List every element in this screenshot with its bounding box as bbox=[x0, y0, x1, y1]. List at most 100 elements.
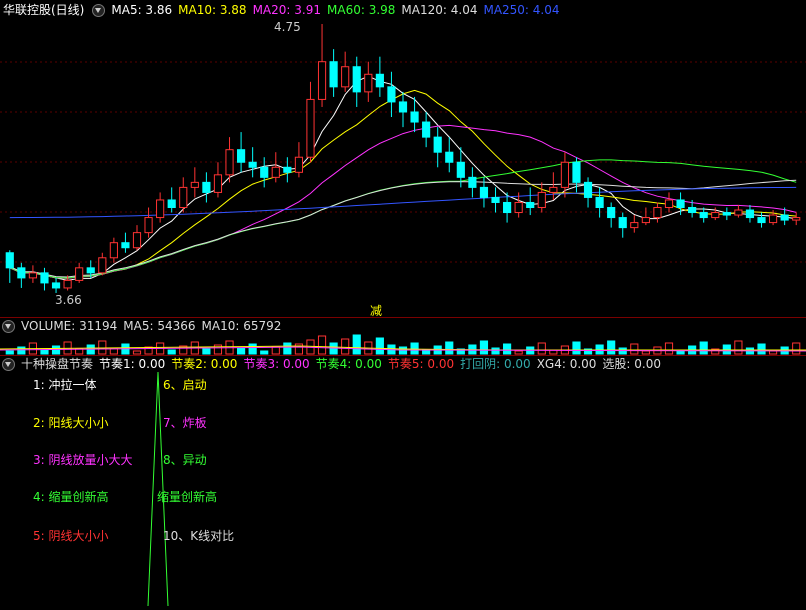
kline-chart[interactable] bbox=[0, 0, 806, 610]
ind-7: XG4: 0.00 bbox=[536, 357, 597, 371]
ind-5: 节奏5: 0.00 bbox=[387, 357, 455, 371]
legend-right-9: 缩量创新高 bbox=[157, 490, 218, 504]
candle-body-27 bbox=[317, 61, 327, 100]
volume-bar-46 bbox=[537, 342, 546, 355]
candle-body-39 bbox=[456, 161, 465, 178]
candle-body-48 bbox=[560, 161, 569, 188]
candle-body-14 bbox=[167, 199, 176, 209]
legend-left-3: 3: 阴线放量小大大 bbox=[33, 453, 133, 467]
volume-bar-32 bbox=[375, 337, 384, 355]
volume-bar-0 bbox=[5, 350, 14, 355]
volume-bar-54 bbox=[630, 343, 639, 355]
volume-bar-57 bbox=[664, 342, 674, 355]
volume-bar-35 bbox=[410, 342, 419, 355]
candle-body-53 bbox=[618, 217, 627, 229]
legend-right-10: 10、K线对比 bbox=[163, 529, 235, 543]
candle-body-46 bbox=[537, 191, 546, 209]
volume-bar-68 bbox=[792, 342, 801, 355]
volume-label: VOLUME: 31194 bbox=[21, 319, 118, 333]
vol-ma5-label: MA5: 54366 bbox=[123, 319, 196, 333]
volume-bar-20 bbox=[237, 347, 246, 355]
candle-body-22 bbox=[260, 166, 269, 178]
candle-body-31 bbox=[364, 73, 373, 93]
candle-body-10 bbox=[121, 242, 130, 249]
volume-bar-51 bbox=[595, 344, 604, 355]
candle-body-23 bbox=[271, 166, 280, 178]
volume-bar-4 bbox=[51, 345, 61, 355]
volume-bar-27 bbox=[317, 335, 327, 355]
candle-body-41 bbox=[479, 186, 489, 198]
candle-body-6 bbox=[75, 267, 84, 281]
candle-body-15 bbox=[179, 186, 188, 209]
candle-body-8 bbox=[98, 257, 107, 274]
candle-body-36 bbox=[422, 121, 431, 138]
candle-body-21 bbox=[248, 161, 257, 168]
ind-6: 打回阴: 0.00 bbox=[460, 357, 531, 371]
ind-2: 节奏2: 0.00 bbox=[171, 357, 238, 371]
candle-body-20 bbox=[237, 149, 246, 163]
candle-body-33 bbox=[387, 86, 396, 103]
indicator-header: 十种操盘节奏 节奏1: 0.00 节奏2: 0.00 节奏3: 0.00 节奏4… bbox=[0, 356, 667, 372]
candle-body-30 bbox=[352, 66, 361, 93]
legend-left-2: 2: 阳线大小小 bbox=[33, 416, 109, 430]
candle-body-26 bbox=[306, 98, 315, 158]
indicator-title: 十种操盘节奏 bbox=[21, 357, 94, 371]
vol-ma10-label: MA10: 65792 bbox=[201, 319, 282, 333]
candle-body-24 bbox=[283, 166, 292, 173]
candle-body-42 bbox=[491, 196, 500, 203]
volume-bar-44 bbox=[514, 350, 523, 355]
candle-body-1 bbox=[17, 267, 26, 279]
volume-bar-41 bbox=[479, 340, 489, 355]
candle-body-29 bbox=[341, 66, 350, 88]
candle-body-59 bbox=[688, 207, 697, 214]
candle-body-38 bbox=[445, 151, 454, 163]
candle-body-5 bbox=[63, 279, 72, 289]
candle-body-11 bbox=[132, 232, 142, 249]
candle-body-19 bbox=[225, 149, 234, 176]
candle-body-65 bbox=[757, 217, 766, 224]
ind-8: 选股: 0.00 bbox=[602, 357, 661, 371]
candle-body-49 bbox=[572, 161, 581, 183]
candle-body-62 bbox=[722, 212, 731, 216]
candle-body-55 bbox=[641, 217, 650, 224]
volume-header: VOLUME: 31194 MA5: 54366 MA10: 65792 bbox=[0, 318, 287, 334]
candle-body-0 bbox=[5, 252, 14, 269]
volume-bar-55 bbox=[641, 350, 650, 355]
legend-left-4: 4: 缩量创新高 bbox=[33, 490, 109, 504]
ind-1: 节奏1: 0.00 bbox=[99, 357, 166, 371]
volume-bar-52 bbox=[607, 340, 616, 355]
candle-body-34 bbox=[398, 101, 408, 113]
candle-body-61 bbox=[711, 212, 720, 219]
candle-body-25 bbox=[294, 156, 303, 173]
volume-bar-38 bbox=[445, 341, 454, 355]
high-price-label: 4.75 bbox=[274, 20, 301, 34]
candle-body-67 bbox=[780, 214, 789, 221]
collapse-indicator-icon[interactable] bbox=[2, 357, 15, 371]
candle-body-57 bbox=[664, 199, 674, 209]
volume-bar-22 bbox=[260, 350, 269, 355]
candle-body-45 bbox=[526, 201, 535, 209]
candle-body-43 bbox=[503, 201, 512, 214]
volume-bar-30 bbox=[352, 334, 361, 355]
volume-bar-6 bbox=[75, 348, 84, 355]
candle-body-64 bbox=[745, 209, 755, 219]
ind-4: 节奏4: 0.00 bbox=[315, 357, 382, 371]
candle-body-51 bbox=[595, 196, 604, 209]
volume-bar-24 bbox=[283, 342, 292, 355]
candle-body-68 bbox=[792, 217, 801, 221]
collapse-volume-icon[interactable] bbox=[2, 319, 15, 333]
ma60-line bbox=[9, 159, 797, 279]
legend-left-1: 1: 冲拉一体 bbox=[33, 378, 97, 392]
volume-bar-43 bbox=[503, 343, 512, 355]
candle-body-7 bbox=[86, 267, 95, 274]
volume-bar-63 bbox=[734, 340, 743, 355]
candle-body-9 bbox=[109, 242, 118, 259]
candle-body-60 bbox=[699, 212, 708, 219]
volume-bar-49 bbox=[572, 341, 581, 355]
volume-bar-25 bbox=[294, 343, 303, 355]
candle-body-28 bbox=[329, 61, 338, 88]
legend-right-7: 7、炸板 bbox=[163, 416, 207, 430]
candle-body-44 bbox=[514, 201, 523, 214]
low-price-label: 3.66 bbox=[55, 293, 82, 307]
volume-bar-11 bbox=[132, 350, 142, 355]
